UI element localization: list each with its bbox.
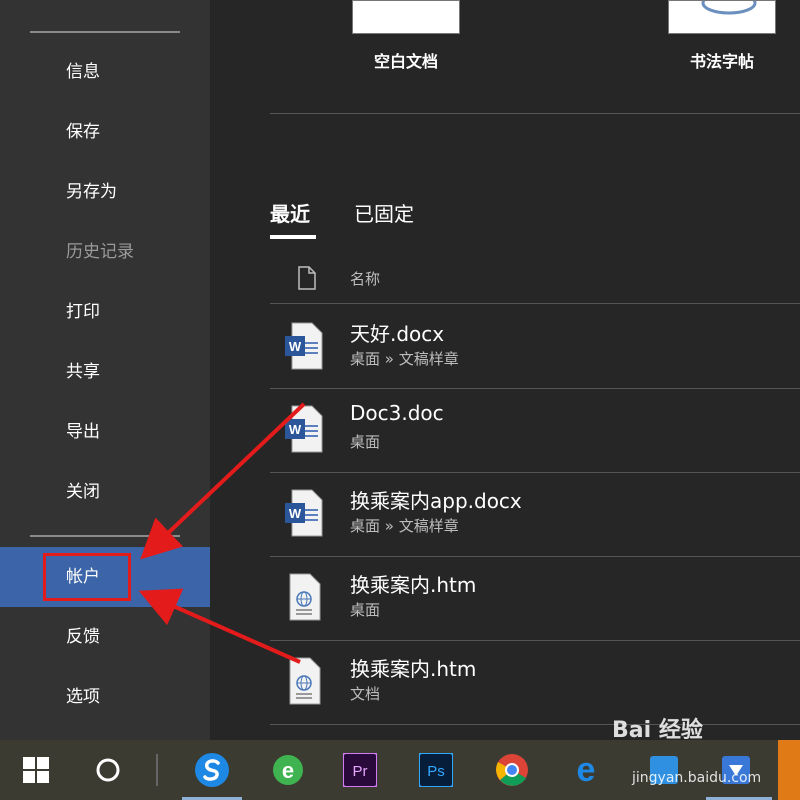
nav-item-share[interactable]: 共享 [0, 347, 210, 397]
template-calligraphy-label[interactable]: 书法字帖 [668, 48, 776, 72]
template-blank-thumbnail[interactable] [352, 0, 460, 34]
file-name: Doc3.doc [350, 401, 444, 425]
web-document-icon [289, 573, 321, 621]
nav-divider [30, 31, 180, 33]
taskbar-app-chrome[interactable] [482, 740, 542, 800]
file-path: 桌面 » 文稿样章 [350, 517, 459, 535]
cortana-button[interactable] [78, 740, 138, 800]
baidu-watermark: Bai 经验 [612, 718, 703, 743]
svg-text:e: e [282, 758, 294, 783]
file-name: 换乘案内.htm [350, 657, 477, 681]
file-name: 换乘案内app.docx [350, 489, 522, 513]
tab-recent[interactable]: 最近 [270, 198, 310, 227]
photoshop-icon: Ps [419, 753, 453, 787]
nav-item-save[interactable]: 保存 [0, 107, 210, 157]
taskbar-app-edge-partial[interactable] [778, 740, 800, 800]
sogou-icon [195, 753, 229, 787]
edge-icon: e [577, 753, 596, 787]
nav-item-print[interactable]: 打印 [0, 287, 210, 337]
section-divider [270, 113, 800, 114]
template-preview-icon [701, 1, 757, 15]
cortana-icon [96, 758, 120, 782]
svg-text:W: W [289, 506, 302, 521]
list-divider [270, 303, 800, 304]
nav-item-save-as[interactable]: 另存为 [0, 167, 210, 217]
nav-item-info[interactable]: 信息 [0, 47, 210, 97]
taskbar-app-premiere[interactable]: Pr [330, 740, 390, 800]
windows-start-icon [23, 757, 49, 783]
word-icon: W [285, 405, 323, 453]
premiere-icon: Pr [343, 753, 377, 787]
ie-browser-icon: e [273, 755, 303, 785]
backstage-nav: 信息 保存 另存为 历史记录 打印 共享 导出 关闭 帐户 反馈 选项 [0, 0, 210, 740]
taskbar-app-photoshop[interactable]: Ps [406, 740, 466, 800]
taskbar-divider [156, 754, 158, 786]
account-highlight-box [43, 553, 131, 601]
svg-text:Pr: Pr [353, 763, 368, 780]
nav-item-history[interactable]: 历史记录 [0, 227, 210, 277]
file-name: 天好.docx [350, 322, 445, 346]
recent-file-row[interactable]: W 天好.docx 桌面 » 文稿样章 [270, 306, 800, 390]
word-icon: W [285, 489, 323, 537]
taskbar-app-sogou[interactable] [182, 740, 242, 800]
svg-text:e: e [577, 753, 596, 787]
taskbar-app-browser[interactable]: e [258, 740, 318, 800]
document-icon [298, 266, 316, 290]
template-blank-label[interactable]: 空白文档 [352, 48, 460, 72]
nav-item-close[interactable]: 关闭 [0, 467, 210, 517]
backstage-main: 空白文档 书法字帖 最近 已固定 名称 W 天好.docx 桌面 » 文稿样章 … [210, 0, 800, 740]
taskbar-app-edge[interactable]: e [556, 740, 616, 800]
nav-item-export[interactable]: 导出 [0, 407, 210, 457]
svg-text:W: W [289, 339, 302, 354]
svg-text:W: W [289, 422, 302, 437]
baidu-watermark-url: jingyan.baidu.com [632, 770, 762, 786]
recent-file-row[interactable]: 换乘案内.htm 桌面 [270, 557, 800, 641]
list-divider [270, 724, 800, 725]
tab-pinned[interactable]: 已固定 [354, 198, 414, 227]
recent-file-row[interactable]: W Doc3.doc 桌面 [270, 389, 800, 473]
chrome-icon [496, 754, 528, 786]
recent-file-row[interactable]: W 换乘案内app.docx 桌面 » 文稿样章 [270, 473, 800, 557]
column-header-name[interactable]: 名称 [350, 268, 380, 289]
start-button[interactable] [6, 740, 66, 800]
nav-item-options[interactable]: 选项 [0, 672, 210, 722]
file-name: 换乘案内.htm [350, 573, 477, 597]
file-path: 桌面 [350, 601, 381, 619]
nav-item-feedback[interactable]: 反馈 [0, 612, 210, 662]
tab-active-indicator [270, 235, 316, 239]
file-path: 文档 [350, 685, 381, 703]
svg-text:Ps: Ps [427, 763, 445, 780]
file-path: 桌面 » 文稿样章 [350, 350, 459, 368]
web-document-icon [289, 657, 321, 705]
template-calligraphy-thumbnail[interactable] [668, 0, 776, 34]
nav-divider [30, 535, 180, 537]
word-icon: W [285, 322, 323, 370]
recent-file-row[interactable]: 换乘案内.htm 文档 [270, 641, 800, 725]
file-path: 桌面 [350, 433, 381, 451]
